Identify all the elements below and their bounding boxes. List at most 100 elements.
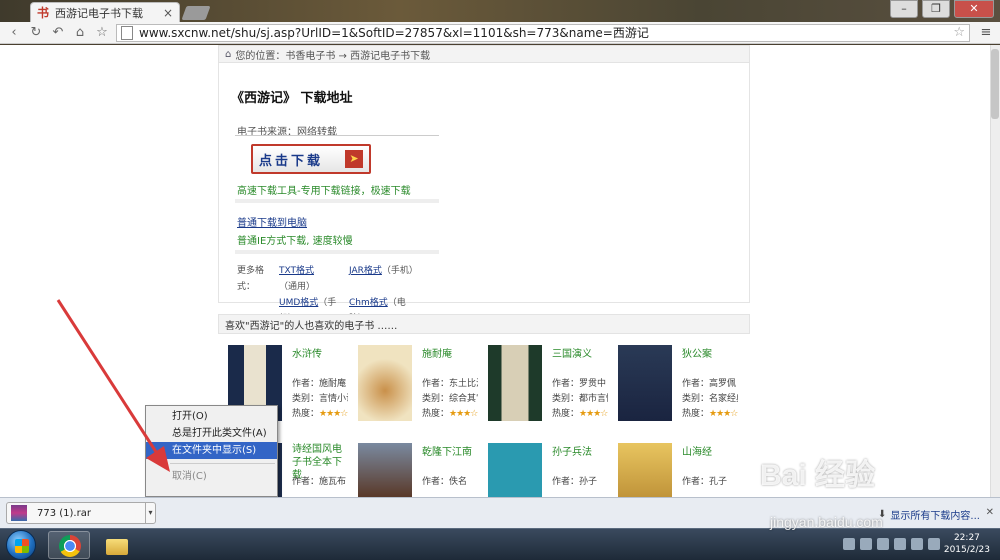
breadcrumb: ⌂ 您的位置：书香电子书 → 西游记电子书下载 xyxy=(218,45,750,63)
book-author: 作者：高罗佩 xyxy=(682,379,737,389)
download-context-menu: 打开(O) 总是打开此类文件(A) 在文件夹中显示(S) 取消(C) xyxy=(145,405,278,497)
download-box: 《西游记》 下载地址 电子书来源：网络转载 点击下载 ➤ 高速下载工具-专用下载… xyxy=(218,63,750,324)
baidu-watermark-url: jingyan.baidu.com xyxy=(770,514,883,530)
site-favicon-icon: 书 xyxy=(37,5,50,20)
book-meta: 作者：东土比江 类别：综合其它 热度：★★★☆ xyxy=(422,377,478,422)
book-cover[interactable] xyxy=(488,345,542,421)
address-bar[interactable]: www.sxcnw.net/shu/sj.asp?UrlID=1&SoftID=… xyxy=(116,23,970,42)
book-card[interactable]: 施耐庵 作者：东土比江 类别：综合其它 热度：★★★☆ xyxy=(348,341,478,431)
bookmark-page-icon[interactable]: ☆ xyxy=(953,25,965,40)
menu-item-show-in-folder[interactable]: 在文件夹中显示(S) xyxy=(146,442,277,459)
book-card[interactable]: 乾隆下江南 作者：佚名 xyxy=(348,439,478,497)
scrollbar-thumb[interactable] xyxy=(991,49,999,119)
book-rating: 热度：★★★☆ xyxy=(682,409,738,419)
normal-download-link[interactable]: 普通下载到电脑 xyxy=(237,214,307,229)
book-meta: 作者：罗贯中 类别：都市言情 热度：★★★☆ xyxy=(552,377,608,422)
clock-date: 2015/2/23 xyxy=(943,545,990,555)
browser-tab[interactable]: 书 西游记电子书下载 × xyxy=(30,2,180,22)
chrome-menu-icon[interactable]: ≡ xyxy=(978,25,994,40)
format-link-jar[interactable]: JAR格式 xyxy=(349,266,382,276)
system-clock[interactable]: 22:27 2015/2/23 xyxy=(944,532,990,556)
book-author: 作者：施耐庵 xyxy=(292,379,347,389)
menu-item-always-open[interactable]: 总是打开此类文件(A) xyxy=(146,425,277,442)
book-category: 类别：言情小说 xyxy=(292,394,348,404)
formats-label: 更多格式： xyxy=(237,266,265,292)
divider xyxy=(235,135,439,136)
book-cover[interactable] xyxy=(358,345,412,421)
book-title[interactable]: 乾隆下江南 xyxy=(422,443,482,458)
book-rating: 热度：★★★☆ xyxy=(292,409,348,419)
book-card[interactable]: 孙子兵法 作者：孙子 xyxy=(478,439,608,497)
battery-icon[interactable] xyxy=(894,538,906,550)
tab-close-icon[interactable]: × xyxy=(163,6,173,20)
close-download-bar-icon[interactable]: ✕ xyxy=(986,507,994,518)
reload-icon[interactable]: ↻ xyxy=(28,25,44,41)
taskbar-chrome-button[interactable] xyxy=(48,531,90,559)
book-author: 作者：孙子 xyxy=(552,477,598,487)
home-icon[interactable]: ⌂ xyxy=(225,49,231,60)
recommend-header: 喜欢"西游记"的人也喜欢的电子书 …… xyxy=(218,314,750,334)
book-author: 作者：佚名 xyxy=(422,477,468,487)
download-file-name[interactable]: 773 (1).rar xyxy=(37,508,145,519)
windows-logo-icon xyxy=(15,539,29,553)
book-title[interactable]: 施耐庵 xyxy=(422,345,482,360)
address-url[interactable]: www.sxcnw.net/shu/sj.asp?UrlID=1&SoftID=… xyxy=(139,24,649,41)
book-title[interactable]: 孙子兵法 xyxy=(552,443,612,458)
book-title[interactable]: 狄公案 xyxy=(682,345,742,360)
book-author: 作者：孔子 xyxy=(682,477,728,487)
book-cover[interactable] xyxy=(358,443,412,497)
chevron-down-icon[interactable]: ▾ xyxy=(145,503,155,523)
book-card[interactable]: 三国演义 作者：罗贯中 类别：都市言情 热度：★★★☆ xyxy=(478,341,608,431)
divider xyxy=(235,250,439,254)
book-title[interactable]: 水浒传 xyxy=(292,345,352,360)
format-link-chm[interactable]: Chm格式 xyxy=(349,298,388,308)
page-icon xyxy=(121,25,133,40)
format-note: （手机） xyxy=(381,266,418,276)
book-cover[interactable] xyxy=(618,443,672,497)
home-icon[interactable]: ⌂ xyxy=(72,25,88,41)
start-button[interactable] xyxy=(6,530,36,560)
maximize-button[interactable]: ❐ xyxy=(922,0,950,18)
book-meta: 作者：佚名 xyxy=(422,475,478,490)
book-category: 类别：名家经典 xyxy=(682,394,738,404)
title-bar: 书 西游记电子书下载 × – ❐ ✕ xyxy=(0,0,1000,22)
book-card[interactable]: 狄公案 作者：高罗佩 类别：名家经典 热度：★★★☆ xyxy=(608,341,738,431)
format-link-txt[interactable]: TXT格式 xyxy=(279,266,314,276)
rar-file-icon xyxy=(11,505,27,521)
menu-separator xyxy=(170,463,275,464)
book-meta: 作者：孔子 xyxy=(682,475,738,490)
volume-icon[interactable] xyxy=(928,538,940,550)
chrome-icon xyxy=(59,535,81,557)
shield-icon[interactable] xyxy=(843,538,855,550)
book-rating: 热度：★★★☆ xyxy=(422,409,478,419)
book-cover[interactable] xyxy=(488,443,542,497)
menu-item-open[interactable]: 打开(O) xyxy=(146,408,277,425)
download-item[interactable]: 773 (1).rar ▾ xyxy=(6,502,156,524)
book-cover[interactable] xyxy=(618,345,672,421)
tray-app-icon[interactable] xyxy=(860,538,872,550)
tray-app-icon[interactable] xyxy=(877,538,889,550)
window-controls: – ❐ ✕ xyxy=(890,0,994,18)
book-title[interactable]: 三国演义 xyxy=(552,345,612,360)
vertical-scrollbar[interactable] xyxy=(990,45,1000,497)
clock-time: 22:27 xyxy=(953,533,980,543)
main-content: ⌂ 您的位置：书香电子书 → 西游记电子书下载 《西游记》 下载地址 电子书来源… xyxy=(218,45,750,497)
menu-item-cancel[interactable]: 取消(C) xyxy=(146,468,277,485)
new-tab-button[interactable] xyxy=(181,6,211,20)
back-icon[interactable]: ‹ xyxy=(6,25,22,41)
format-link-umd[interactable]: UMD格式 xyxy=(279,298,318,308)
minimize-button[interactable]: – xyxy=(890,0,918,18)
download-title: 《西游记》 下载地址 xyxy=(231,91,353,106)
close-window-button[interactable]: ✕ xyxy=(954,0,994,18)
fast-download-note[interactable]: 高速下载工具-专用下载链接，极速下载 xyxy=(237,182,411,197)
network-icon[interactable] xyxy=(911,538,923,550)
book-author: 作者：东土比江 xyxy=(422,379,478,389)
show-all-downloads-link[interactable]: ⬇ 显示所有下载内容... xyxy=(878,507,980,522)
book-title[interactable]: 山海经 xyxy=(682,443,742,458)
undo-icon[interactable]: ↶ xyxy=(50,25,66,41)
book-card[interactable]: 山海经 作者：孔子 xyxy=(608,439,738,497)
book-author: 作者：施瓦布 xyxy=(292,477,347,487)
bookmark-star-icon[interactable]: ☆ xyxy=(94,25,110,41)
taskbar-explorer-button[interactable] xyxy=(96,531,138,559)
click-download-button[interactable]: 点击下载 ➤ xyxy=(251,144,371,174)
